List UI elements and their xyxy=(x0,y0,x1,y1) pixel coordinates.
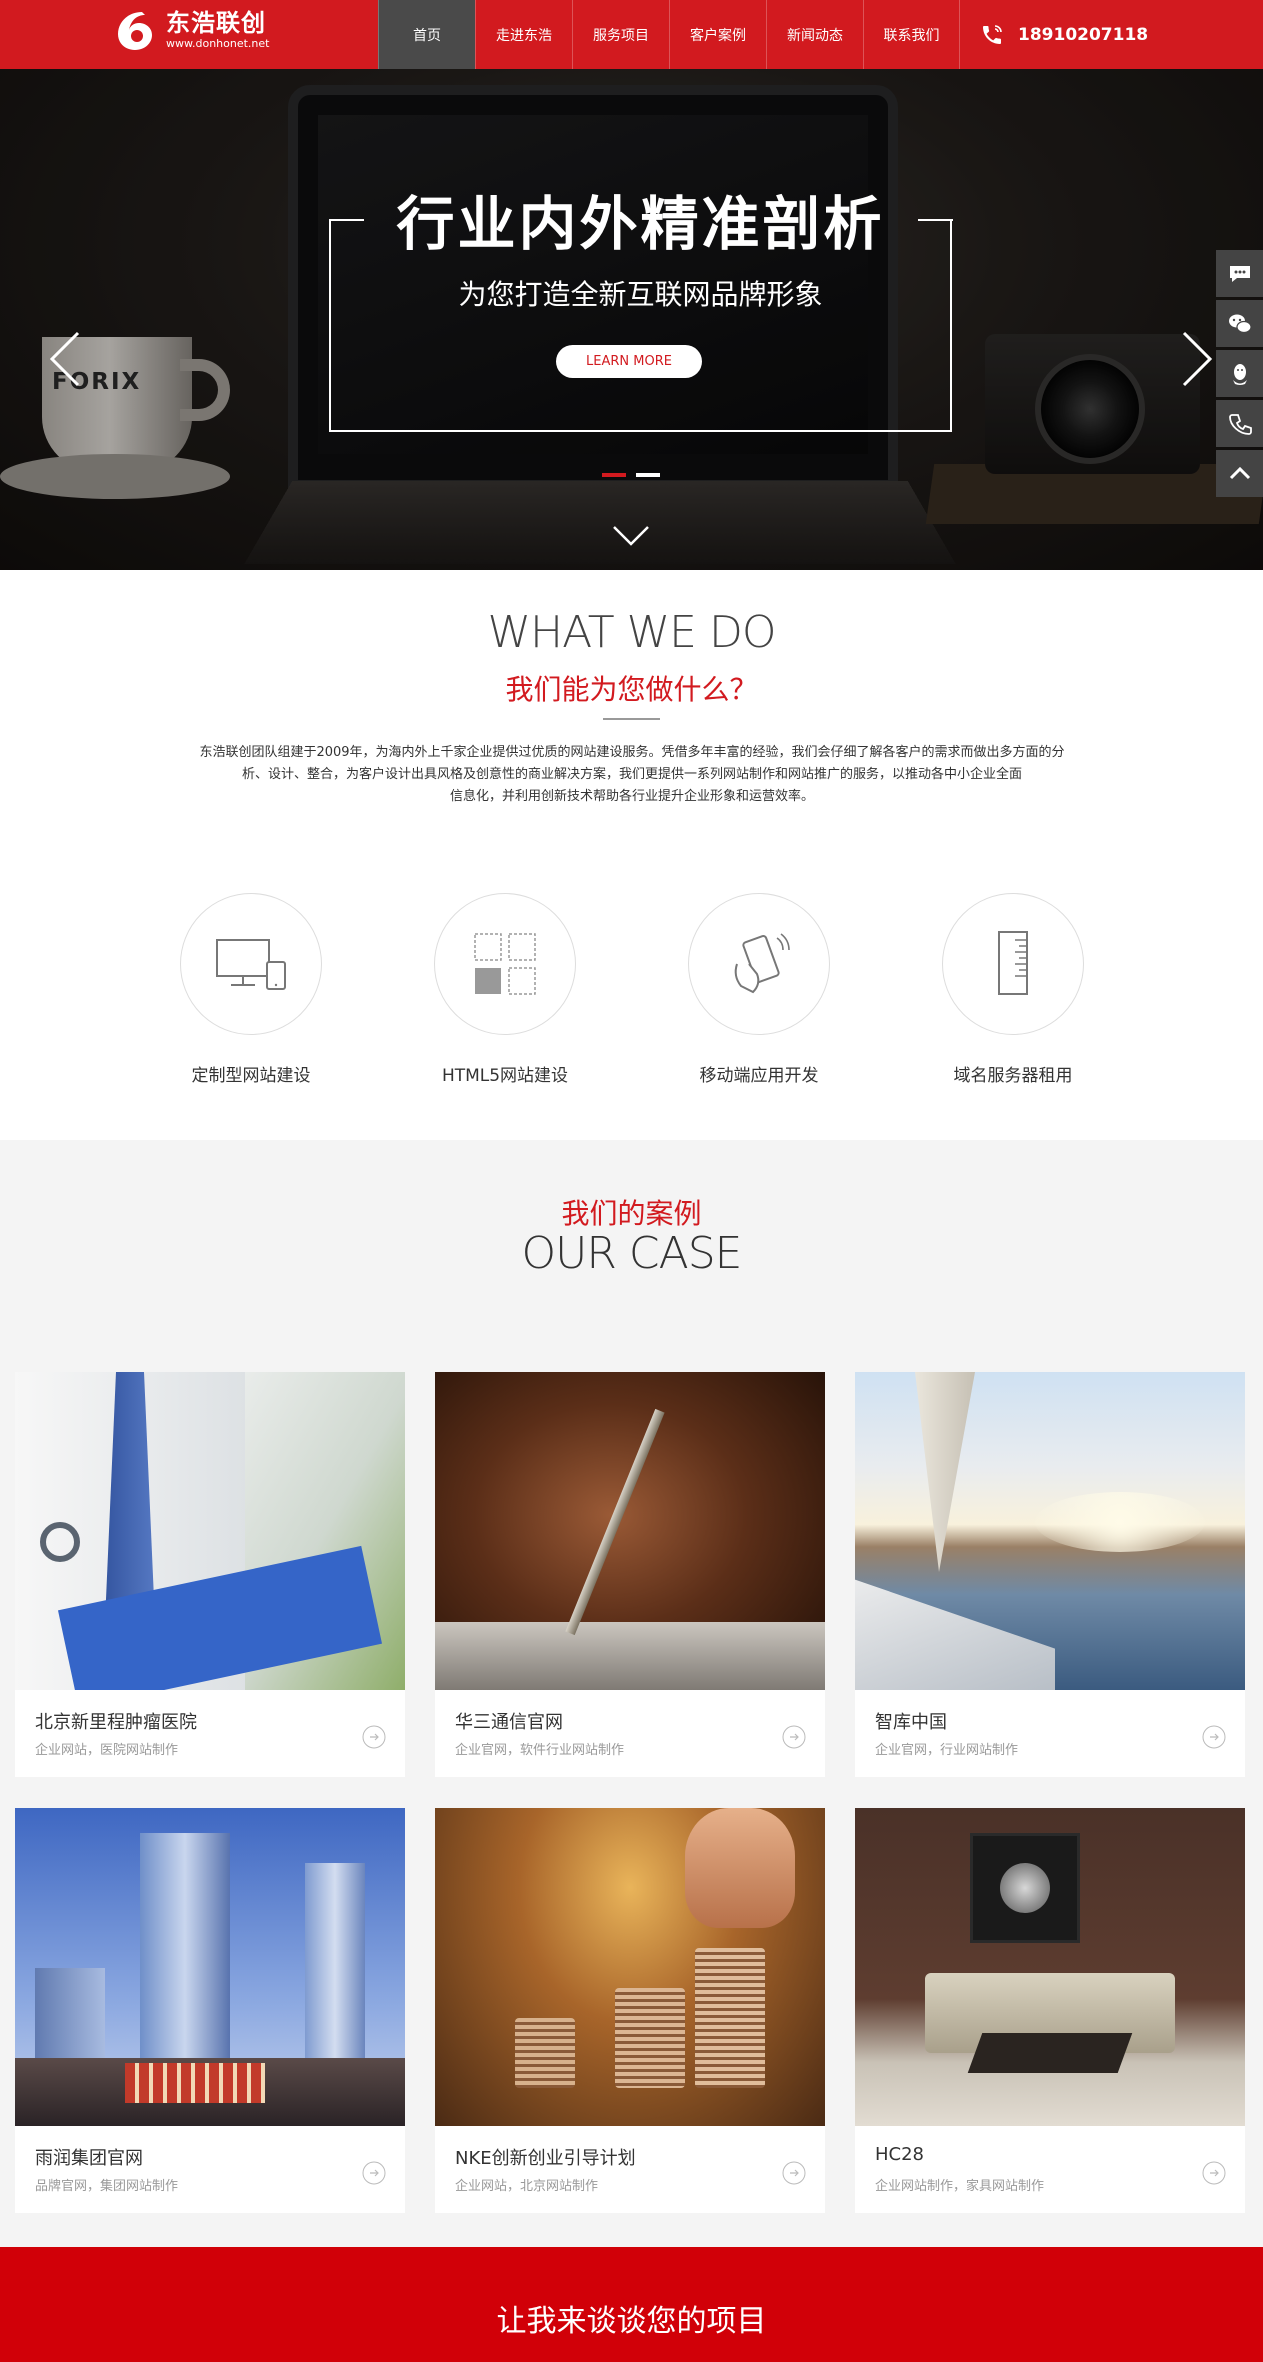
case-name: 雨润集团官网 xyxy=(35,2148,143,2169)
sailboat-sunset-image xyxy=(855,1372,1245,1690)
case-tags: 企业官网，行业网站制作 xyxy=(875,1743,1019,1758)
case-name: 北京新里程肿瘤医院 xyxy=(35,1712,197,1733)
header-bar: 东浩联创 www.donhonet.net 首页 走进东浩 服务项目 客户案例 … xyxy=(0,0,1263,69)
case-name: 华三通信官网 xyxy=(455,1712,563,1733)
logo-swirl-icon xyxy=(118,12,152,50)
service-custom-website[interactable]: 定制型网站建设 xyxy=(172,893,330,1086)
case-tags: 品牌官网，集团网站制作 xyxy=(35,2179,179,2194)
arrow-right-circle-icon[interactable] xyxy=(362,1725,386,1749)
case-name: NKE创新创业引导计划 xyxy=(455,2148,636,2169)
cases-title-cn: 我们的案例 xyxy=(561,1197,702,1230)
case-card[interactable]: 华三通信官网 企业官网，软件行业网站制作 xyxy=(435,1372,825,1777)
arrow-right-circle-icon[interactable] xyxy=(1202,1725,1226,1749)
server-icon xyxy=(998,931,1028,995)
service-html5-website[interactable]: HTML5网站建设 xyxy=(426,893,584,1086)
service-label: HTML5网站建设 xyxy=(441,1066,569,1086)
hero-title: 行业内外精准剖析 xyxy=(396,190,885,258)
logo-name: 东浩联创 xyxy=(166,9,266,37)
logo-url: www.donhonet.net xyxy=(166,37,270,50)
case-tags: 企业官网，软件行业网站制作 xyxy=(455,1743,625,1758)
arrow-right-circle-icon[interactable] xyxy=(782,2161,806,2185)
arrow-right-circle-icon[interactable] xyxy=(782,1725,806,1749)
service-mobile-app[interactable]: 移动端应用开发 xyxy=(680,893,838,1086)
case-card[interactable]: NKE创新创业引导计划 企业网站，北京网站制作 xyxy=(435,1808,825,2213)
slider-dot-2[interactable] xyxy=(636,473,660,477)
side-toolbar xyxy=(1216,250,1263,500)
case-card[interactable]: 北京新里程肿瘤医院 企业网站，医院网站制作 xyxy=(15,1372,405,1777)
nav-item-services[interactable]: 服务项目 xyxy=(572,0,669,69)
what-we-do-subtitle: 我们能为您做什么？ xyxy=(505,673,758,706)
arrow-right-circle-icon[interactable] xyxy=(362,2161,386,2185)
phone-icon[interactable] xyxy=(1216,400,1263,447)
company-intro: 东浩联创团队组建于2009年，为海内外上千家企业提供过优质的网站建设服务。凭借多… xyxy=(192,742,1072,808)
site-logo[interactable]: 东浩联创 www.donhonet.net xyxy=(112,6,269,54)
case-tags: 企业网站，北京网站制作 xyxy=(455,2179,599,2194)
nav-item-news[interactable]: 新闻动态 xyxy=(766,0,863,69)
scroll-down-icon[interactable] xyxy=(612,525,650,547)
sofa-interior-image xyxy=(855,1808,1245,2126)
skyscrapers-image xyxy=(15,1808,405,2126)
nav-item-cases[interactable]: 客户案例 xyxy=(669,0,766,69)
nav-item-about[interactable]: 走进东浩 xyxy=(475,0,572,69)
arrow-right-circle-icon[interactable] xyxy=(1202,2161,1226,2185)
header-phone[interactable]: 18910207118 xyxy=(980,0,1148,69)
nav-item-home[interactable]: 首页 xyxy=(378,0,475,69)
hero-subtitle: 为您打造全新互联网品牌形象 xyxy=(458,278,823,311)
main-nav: 首页 走进东浩 服务项目 客户案例 新闻动态 联系我们 xyxy=(378,0,960,69)
slider-dot-1[interactable] xyxy=(602,473,626,477)
slider-prev-icon[interactable] xyxy=(48,331,82,387)
html5-grid-icon xyxy=(474,933,536,995)
doctor-clipboard-image xyxy=(15,1372,405,1690)
desktop-mobile-icon xyxy=(216,939,286,990)
case-card[interactable]: 雨润集团官网 品牌官网，集团网站制作 xyxy=(15,1808,405,2213)
learn-more-button[interactable]: LEARN MORE xyxy=(556,345,702,378)
phone-icon xyxy=(983,24,1002,44)
case-card[interactable]: HC28 企业网站制作，家具网站制作 xyxy=(855,1808,1245,2213)
chat-icon[interactable] xyxy=(1216,250,1263,297)
slider-dots xyxy=(602,473,660,477)
services-row: 定制型网站建设 HTML5网站建设 移动端应用开发 域名服务器租用 xyxy=(172,893,1092,1086)
wechat-icon[interactable] xyxy=(1216,300,1263,347)
section-divider xyxy=(603,718,660,720)
coin-stacks-image xyxy=(435,1808,825,2126)
case-tags: 企业网站制作，家具网站制作 xyxy=(875,2179,1045,2194)
slider-next-icon[interactable] xyxy=(1180,331,1214,387)
what-we-do-title: WHAT WE DO xyxy=(487,607,777,658)
intro-line-1: 东浩联创团队组建于2009年，为海内外上千家企业提供过优质的网站建设服务。凭借多… xyxy=(199,745,1065,782)
hero-banner: FORIX 行业内外精准剖析 为您打造全新互联网品牌形象 LEARN MORE xyxy=(0,69,1263,570)
service-label: 定制型网站建设 xyxy=(191,1066,311,1086)
case-tags: 企业网站，医院网站制作 xyxy=(35,1743,179,1758)
cases-title-en: OUR CASE xyxy=(521,1228,743,1279)
case-name: 智库中国 xyxy=(875,1712,947,1733)
hand-pen-image xyxy=(435,1372,825,1690)
case-card[interactable]: 智库中国 企业官网，行业网站制作 xyxy=(855,1372,1245,1777)
phone-number: 18910207118 xyxy=(1018,24,1149,45)
service-domain-server[interactable]: 域名服务器租用 xyxy=(934,893,1092,1086)
service-label: 域名服务器租用 xyxy=(953,1066,1073,1086)
service-label: 移动端应用开发 xyxy=(699,1066,819,1086)
case-name: HC28 xyxy=(875,2144,925,2165)
project-cta-text[interactable]: 让我来谈谈您的项目 xyxy=(0,2296,1263,2340)
qq-icon[interactable] xyxy=(1216,350,1263,397)
mobile-touch-icon xyxy=(734,933,790,994)
back-to-top-icon[interactable] xyxy=(1216,450,1263,497)
intro-line-2: 信息化，并利用创新技术帮助各行业提升企业形象和运营效率。 xyxy=(449,789,814,804)
nav-item-contact[interactable]: 联系我们 xyxy=(863,0,960,69)
